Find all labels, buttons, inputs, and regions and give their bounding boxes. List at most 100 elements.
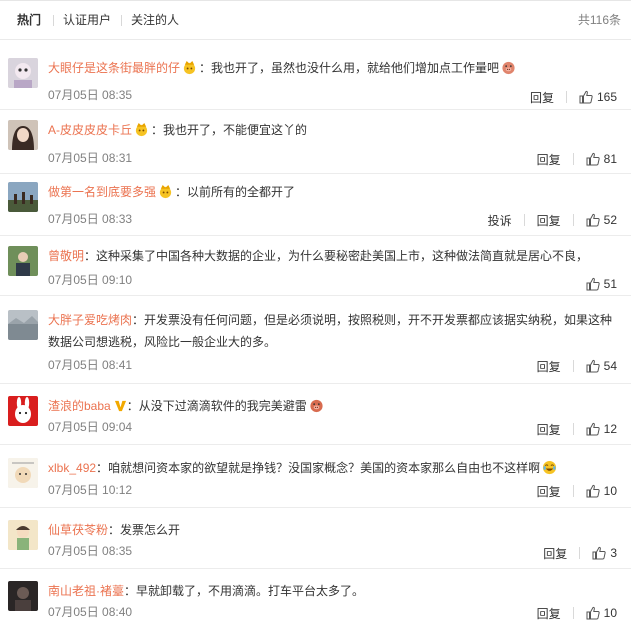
comment-content: 发票怎么开: [120, 523, 181, 537]
comment-actions: 回复 10: [537, 603, 617, 623]
comment-content: 我也开了，虽然也没什么用，就给他们增加点工作量吧: [211, 61, 500, 75]
avatar[interactable]: [8, 396, 38, 426]
comment-item: 大胖子爱吃烤肉：开发票没有任何问题，但是必须说明，按照税则，开不开发票都应该据实…: [0, 303, 631, 384]
action-divider: [572, 153, 574, 165]
action-divider: [572, 607, 574, 619]
comment-content: 我也开了，不能便宜这丫的: [163, 123, 308, 137]
tab-divider: [121, 15, 122, 26]
tab-verified-users[interactable]: 认证用户: [63, 1, 111, 39]
reply-button[interactable]: 回复: [537, 421, 561, 438]
reply-button[interactable]: 回复: [530, 89, 554, 106]
comment-tabs: 热门 认证用户 关注的人 共116条: [0, 1, 631, 40]
reply-button[interactable]: 回复: [537, 212, 561, 229]
comment-time: 07月05日 08:33: [48, 212, 133, 226]
comment-time: 07月05日 08:41: [48, 358, 133, 372]
comment-text: 仙草茯苓粉：发票怎么开: [48, 523, 181, 537]
thumbs-up-icon: [579, 90, 593, 104]
reply-button[interactable]: 回复: [537, 483, 561, 500]
avatar[interactable]: [8, 120, 38, 150]
like-count: 54: [603, 359, 617, 373]
comment-count: 共116条: [577, 13, 621, 27]
comment-text: 大眼仔是这条街最胖的仔 ：我也开了，虽然也没什么用，就给他们增加点工作量吧: [48, 57, 623, 79]
comment-text: 南山老祖·褚薹：早就卸载了，不用滴滴。打车平台太多了。: [48, 584, 365, 598]
avatar[interactable]: [8, 520, 38, 550]
like-button[interactable]: 3: [592, 546, 617, 560]
comment-text: A-皮皮皮皮卡丘 ：我也开了，不能便宜这丫的: [48, 122, 308, 137]
comment-content: 这种采集了中国各种大数据的企业，为什么要秘密赴美国上市，这种做法简直就是居心不良…: [96, 249, 589, 263]
like-button[interactable]: 10: [586, 484, 617, 498]
comment-item: 渣浪的baba ：从没下过滴滴软件的我完美避雷 07月05日 09:04 回复 1…: [0, 389, 631, 445]
comment-actions: 回复 12: [537, 419, 617, 439]
comment-item: 大眼仔是这条街最胖的仔 ：我也开了，虽然也没什么用，就给他们增加点工作量吧 07月…: [0, 51, 631, 110]
username-link[interactable]: A-皮皮皮皮卡丘: [48, 123, 132, 137]
like-button[interactable]: 54: [586, 359, 617, 373]
avatar[interactable]: [8, 581, 38, 611]
pig-icon: [309, 398, 324, 413]
comment-content: 咱就想问资本家的欲望就是挣钱？没国家概念？美国的资本家那么自由也不这样啊: [108, 461, 541, 475]
avatar[interactable]: [8, 246, 38, 276]
comment-actions: 回复 10: [537, 481, 617, 501]
comment-actions: 51: [586, 274, 617, 294]
action-divider: [572, 423, 574, 435]
comment-time: 07月05日 09:10: [48, 273, 133, 287]
like-button[interactable]: 81: [586, 152, 617, 166]
username-link[interactable]: 渣浪的baba: [48, 399, 111, 413]
comment-time: 07月05日 08:35: [48, 544, 133, 558]
comment-time: 07月05日 08:35: [48, 88, 133, 102]
tab-divider: [53, 15, 54, 26]
avatar[interactable]: [8, 182, 38, 212]
action-divider: [565, 91, 567, 103]
avatar[interactable]: [8, 458, 38, 488]
like-button[interactable]: 10: [586, 606, 617, 620]
reply-button[interactable]: 回复: [537, 151, 561, 168]
tab-hot[interactable]: 热门: [17, 1, 41, 39]
avatar[interactable]: [8, 310, 38, 340]
reply-button[interactable]: 回复: [537, 605, 561, 622]
username-link[interactable]: 南山老祖·褚薹: [48, 584, 124, 598]
avatar[interactable]: [8, 58, 38, 88]
comment-item: 曾敬明：这种采集了中国各种大数据的企业，为什么要秘密赴美国上市，这种做法简直就是…: [0, 239, 631, 296]
thumbs-up-icon: [586, 484, 600, 498]
username-link[interactable]: 曾敬明: [48, 249, 84, 263]
comment-actions: 回复 54: [537, 356, 617, 376]
comment-item: A-皮皮皮皮卡丘 ：我也开了，不能便宜这丫的 07月05日 08:31 回复 81: [0, 113, 631, 174]
comment-actions: 回复 3: [543, 543, 617, 563]
action-divider: [572, 360, 574, 372]
like-count: 10: [603, 484, 617, 498]
comment-actions: 回复 81: [537, 149, 617, 169]
like-button[interactable]: 51: [586, 277, 617, 291]
comment-time: 07月05日 09:04: [48, 420, 133, 434]
action-divider: [572, 214, 574, 226]
thumbs-up-icon: [586, 277, 600, 291]
crown-icon: [182, 60, 197, 75]
thumbs-up-icon: [586, 422, 600, 436]
thumbs-up-icon: [586, 359, 600, 373]
comment-content: 以前所有的全都开了: [187, 185, 296, 199]
action-divider: [523, 214, 525, 226]
like-button[interactable]: 52: [586, 213, 617, 227]
reply-button[interactable]: 回复: [543, 545, 567, 562]
like-count: 10: [603, 606, 617, 620]
thumbs-up-icon: [592, 546, 606, 560]
comment-time: 07月05日 08:40: [48, 605, 133, 619]
report-button[interactable]: 投诉: [488, 212, 512, 229]
username-link[interactable]: xlbk_492: [48, 461, 96, 475]
reply-button[interactable]: 回复: [537, 358, 561, 375]
comment-text: 大胖子爱吃烤肉：开发票没有任何问题，但是必须说明，按照税则，开不开发票都应该据实…: [48, 313, 613, 349]
like-button[interactable]: 165: [579, 90, 617, 104]
username-link[interactable]: 做第一名到底要多强: [48, 185, 156, 199]
comment-text: xlbk_492：咱就想问资本家的欲望就是挣钱？没国家概念？美国的资本家那么自由…: [48, 457, 623, 479]
like-count: 52: [603, 213, 617, 227]
username-link[interactable]: 大胖子爱吃烤肉: [48, 313, 132, 327]
username-link[interactable]: 仙草茯苓粉: [48, 523, 108, 537]
username-link[interactable]: 大眼仔是这条街最胖的仔: [48, 61, 180, 75]
comment-content: 早就卸载了，不用滴滴。打车平台太多了。: [136, 584, 365, 598]
pig-icon: [501, 60, 516, 75]
thumbs-up-icon: [586, 152, 600, 166]
tab-following[interactable]: 关注的人: [131, 1, 179, 39]
comment-item: 做第一名到底要多强 ：以前所有的全都开了 07月05日 08:33 投诉 回复 5…: [0, 175, 631, 236]
like-button[interactable]: 12: [586, 422, 617, 436]
thumbs-up-icon: [586, 606, 600, 620]
comment-text: 曾敬明：这种采集了中国各种大数据的企业，为什么要秘密赴美国上市，这种做法简直就是…: [48, 249, 589, 263]
comment-item: xlbk_492：咱就想问资本家的欲望就是挣钱？没国家概念？美国的资本家那么自由…: [0, 451, 631, 508]
